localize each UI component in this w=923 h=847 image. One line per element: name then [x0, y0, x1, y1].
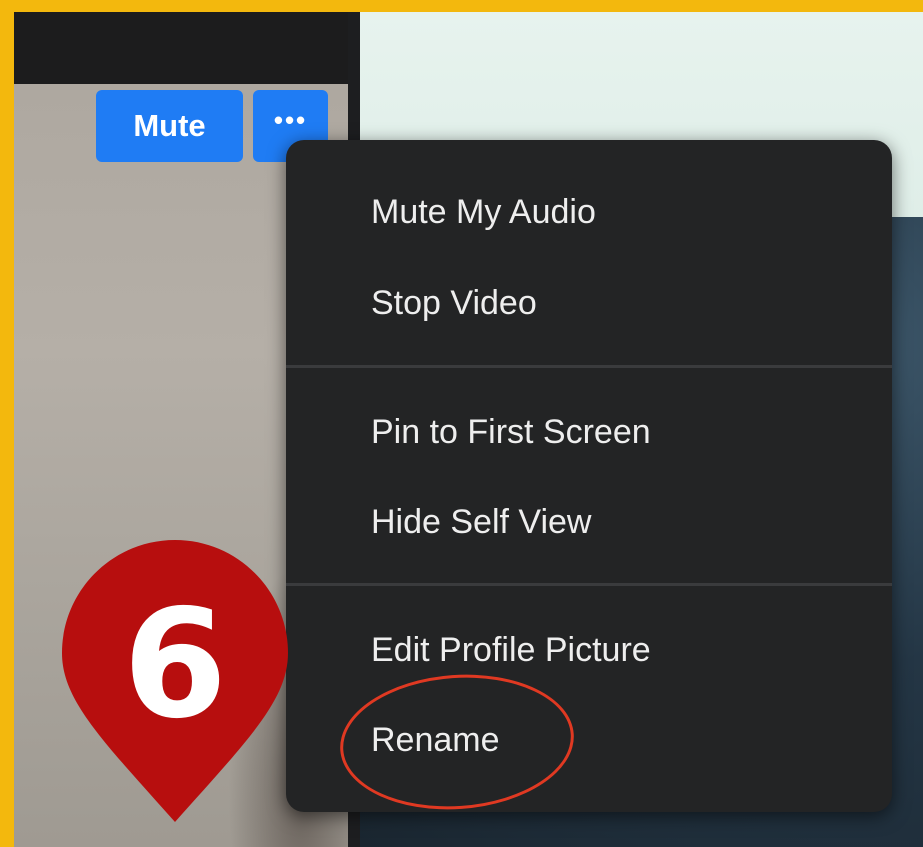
mute-button[interactable]: Mute — [96, 90, 243, 162]
menu-item-hide-self-view[interactable]: Hide Self View — [371, 502, 592, 542]
menu-divider — [286, 365, 892, 368]
step-marker: 6 — [62, 540, 288, 822]
menu-item-edit-profile-picture[interactable]: Edit Profile Picture — [371, 630, 651, 670]
menu-item-mute-my-audio[interactable]: Mute My Audio — [371, 192, 596, 232]
step-number: 6 — [122, 578, 228, 752]
more-icon: ••• — [273, 104, 308, 135]
mute-button-label: Mute — [133, 108, 206, 143]
top-bar — [14, 12, 360, 84]
menu-divider — [286, 583, 892, 586]
menu-item-pin-to-first-screen[interactable]: Pin to First Screen — [371, 412, 651, 452]
menu-item-stop-video[interactable]: Stop Video — [371, 283, 537, 323]
